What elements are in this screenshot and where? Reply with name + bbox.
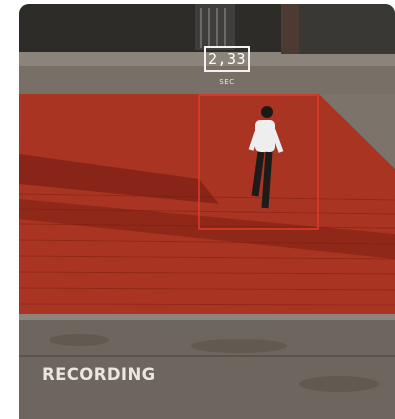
detection-zone	[19, 94, 395, 314]
recording-status-label: RECORDING	[42, 365, 156, 384]
pillar	[281, 4, 299, 54]
timer-unit-label: SEC	[219, 78, 235, 86]
camera-feed-card: 2,33 SEC RECORDING	[19, 4, 395, 419]
timer-display: 2,33	[204, 46, 250, 72]
